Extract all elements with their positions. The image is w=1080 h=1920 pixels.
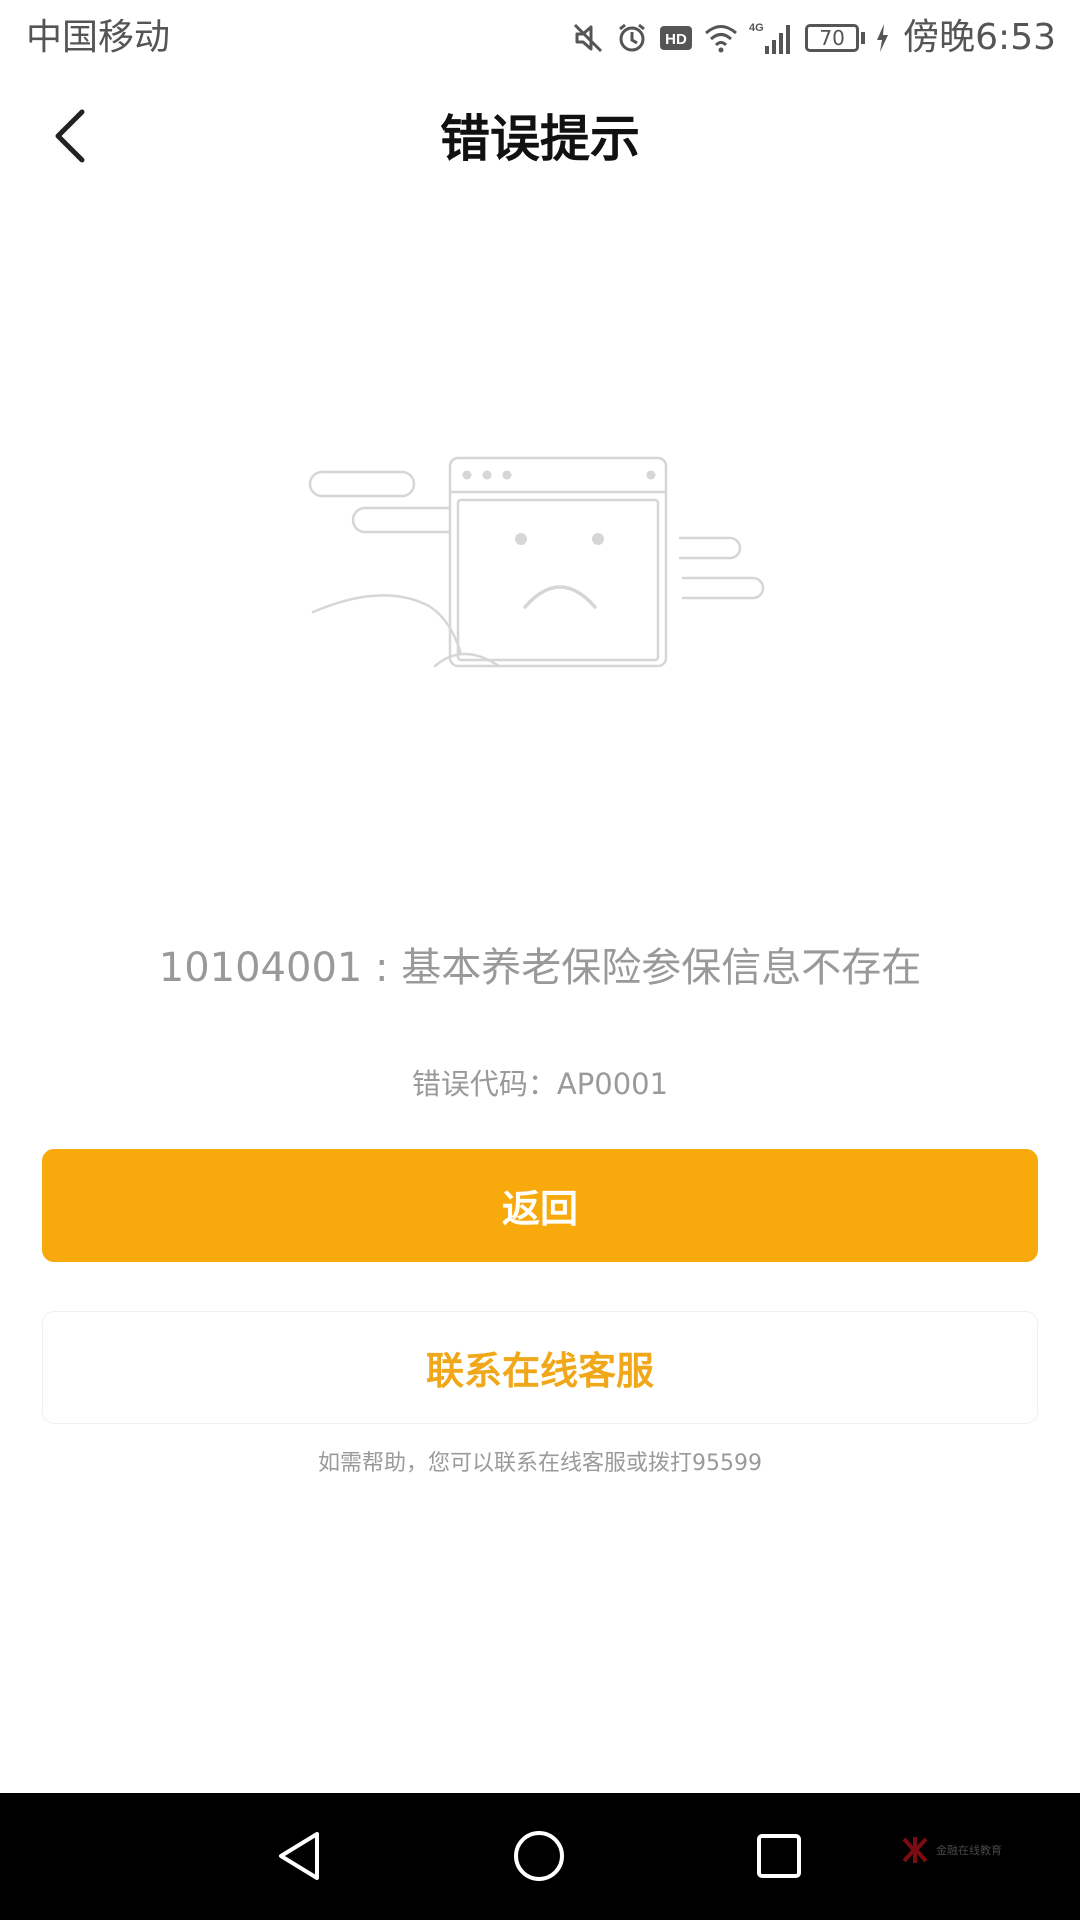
help-text: 如需帮助，您可以联系在线客服或拨打95599 [318,1451,762,1476]
window-dot [646,470,656,480]
cloud-shape [308,470,416,498]
system-back-button[interactable] [263,1820,335,1892]
wifi-icon [703,22,739,54]
browser-window [448,456,668,668]
contact-support-button[interactable]: 联系在线客服 [42,1311,1038,1424]
network-type-label: 4G [749,22,764,34]
charging-icon [875,23,889,53]
error-message: 10104001 : 基本养老保险参保信息不存在 [158,945,922,991]
sad-face-eye [592,533,604,545]
return-button[interactable]: 返回 [42,1149,1038,1262]
square-recents-icon [757,1834,801,1878]
nav-bar: 错误提示 [0,76,1080,196]
watermark-text: 金融在线教育 [936,1844,1002,1857]
screen: 中国移动 HD 4G 70 傍晚6:53 错误提示 10104001: 基本养… [0,0,1080,1920]
triangle-back-icon [279,1832,319,1880]
circle-home-icon [514,1831,564,1881]
svg-text:HD: HD [665,31,687,48]
window-dot [502,470,512,480]
system-recents-button[interactable] [743,1820,815,1892]
cloud-shape [681,576,765,600]
sad-window-illustration [308,456,765,668]
system-nav-bar: 金融在线教育 [0,1793,1080,1920]
system-home-button[interactable] [503,1820,575,1892]
status-icons: HD 4G 70 傍晚6:53 [571,12,1056,64]
mute-icon [571,21,605,55]
watermark: 金融在线教育 [900,1835,1002,1865]
alarm-icon [615,21,649,55]
status-bar: 中国移动 HD 4G 70 傍晚6:53 [0,0,1080,76]
window-dot [462,470,472,480]
carrier-name: 中国移动 [26,17,171,58]
battery-icon: 70 [805,24,866,52]
hd-icon: HD [659,23,693,53]
contact-support-label: 联系在线客服 [425,1349,654,1393]
battery-level: 70 [805,24,860,52]
sad-face-eye [515,533,527,545]
page-title: 错误提示 [440,110,640,168]
watermark-logo-icon [902,1837,928,1863]
clock: 傍晚6:53 [903,17,1056,58]
return-button-label: 返回 [501,1187,578,1231]
signal-icon: 4G [749,20,795,56]
window-dot [482,470,492,480]
error-code: 错误代码：AP0001 [411,1067,669,1101]
cloud-shape [678,536,742,560]
